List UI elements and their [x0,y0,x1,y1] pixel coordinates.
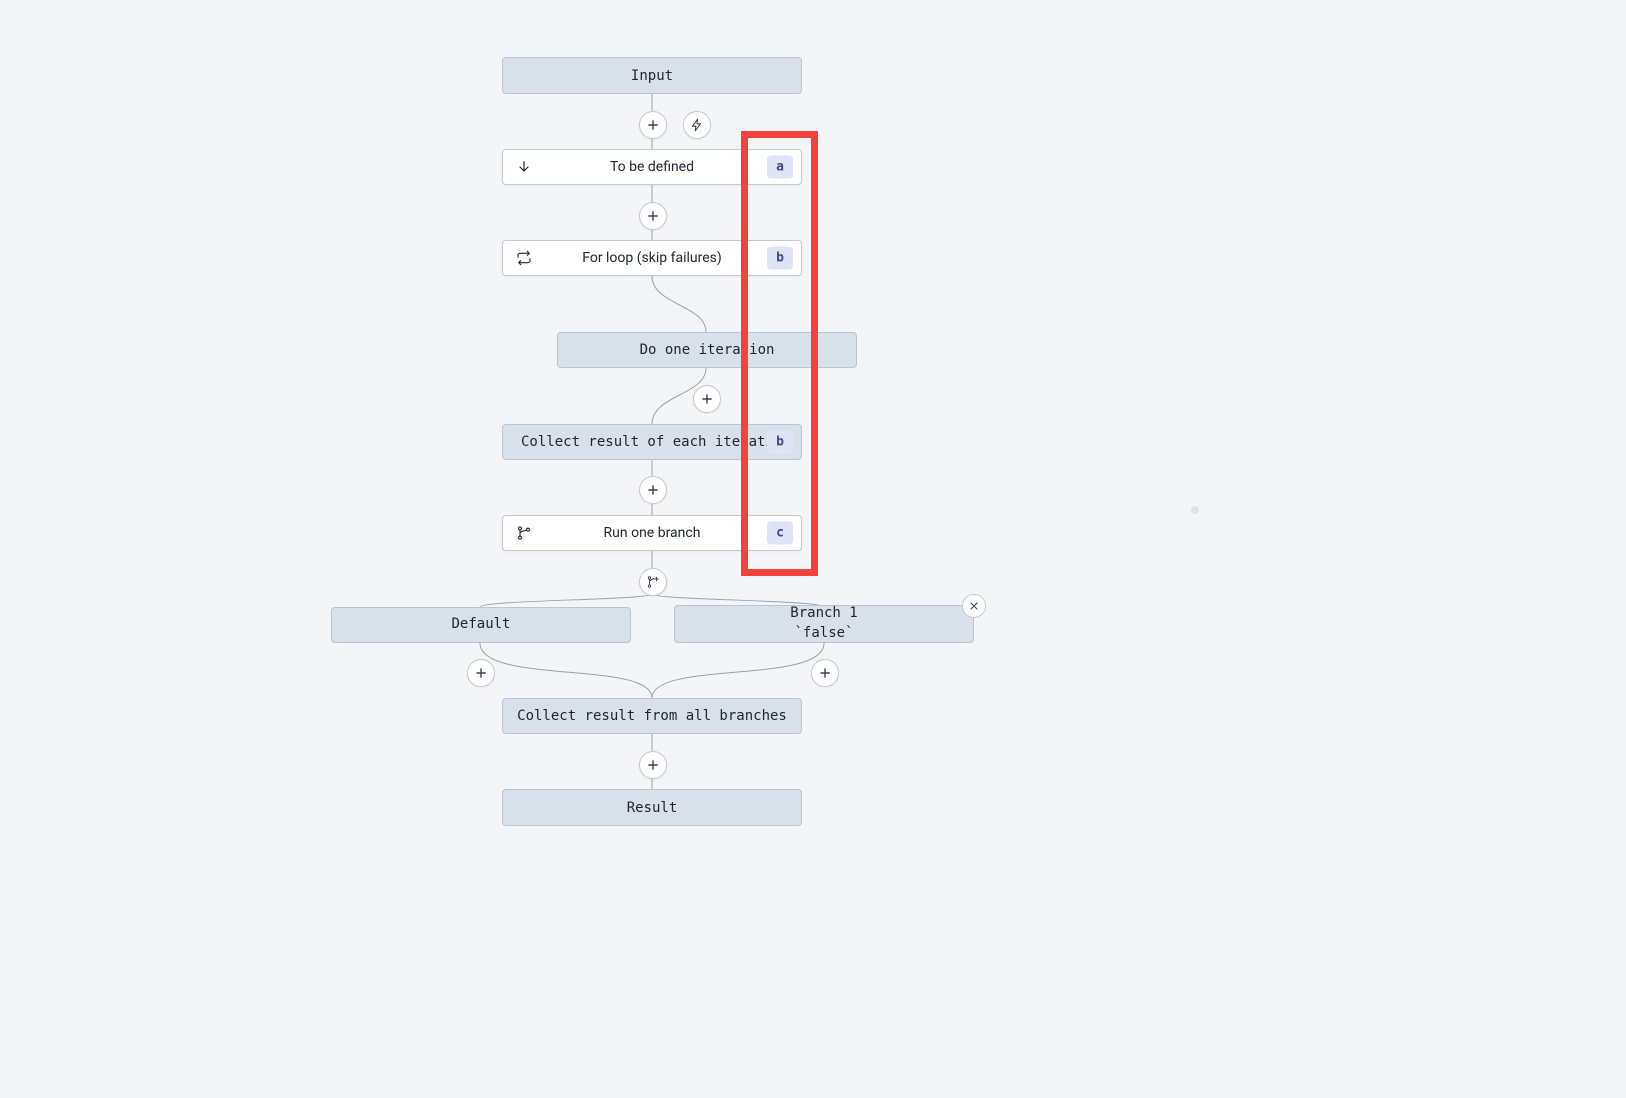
add-step-default-branch[interactable] [467,659,495,687]
plus-icon [646,483,660,497]
highlight-box [741,131,818,576]
branch-1-expr: `false` [794,624,853,644]
add-step-button-4[interactable] [639,476,667,504]
branch-default[interactable]: Default [331,607,631,643]
branch-1[interactable]: Branch 1 `false` [674,605,974,643]
branch-icon [515,524,533,542]
branch-1-close-button[interactable] [962,594,986,618]
branch-1-title: Branch 1 [790,604,857,624]
node-input-label: Input [631,68,673,84]
close-icon [968,600,980,612]
plus-icon [646,209,660,223]
branch-plus-icon [646,575,660,589]
arrow-down-icon [515,158,533,176]
node-input[interactable]: Input [502,57,802,94]
plus-icon [646,758,660,772]
add-step-button-2[interactable] [639,202,667,230]
bolt-icon [690,118,704,132]
node-result[interactable]: Result [502,789,802,826]
add-step-button-3[interactable] [693,385,721,413]
loop-icon [515,249,533,267]
plus-icon [700,392,714,406]
plus-icon [818,666,832,680]
node-collect-branches-label: Collect result from all branches [517,708,787,724]
plus-icon [646,118,660,132]
node-result-label: Result [627,800,678,816]
add-step-button-5[interactable] [639,751,667,779]
decorative-dot [1191,506,1199,514]
add-step-button-1[interactable] [639,111,667,139]
add-branch-button[interactable] [639,568,667,596]
plus-icon [474,666,488,680]
branch-default-label: Default [451,615,510,635]
quick-action-button[interactable] [683,111,711,139]
add-step-branch-1[interactable] [811,659,839,687]
node-collect-branches[interactable]: Collect result from all branches [502,698,802,734]
